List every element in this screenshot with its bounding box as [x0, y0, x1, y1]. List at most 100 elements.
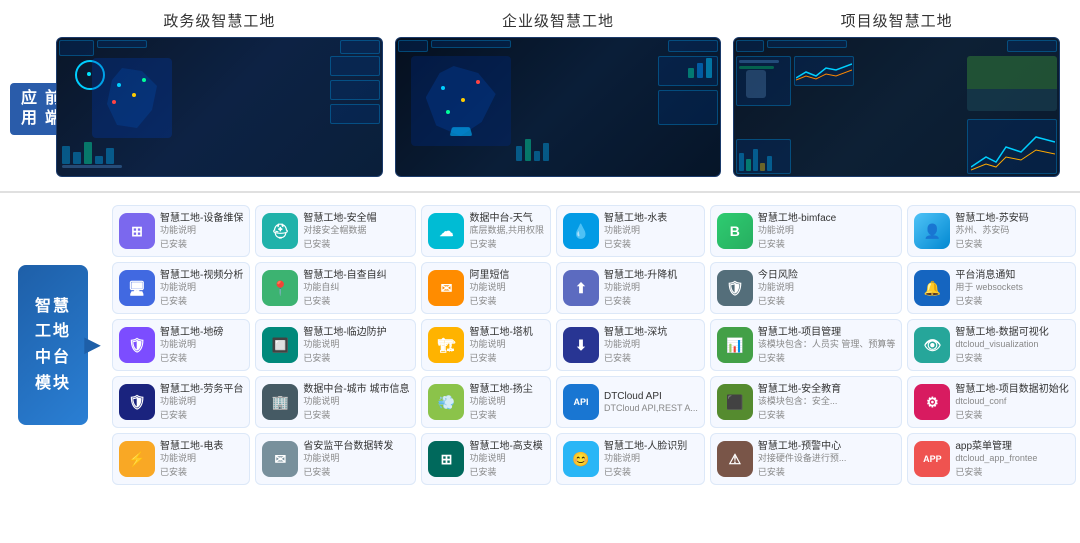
module-card[interactable]: 💨智慧工地-扬尘功能说明已安装 [421, 376, 551, 428]
screen-group-gov: 政务级智慧工地 [56, 10, 383, 177]
module-status: 已安装 [469, 294, 544, 307]
module-desc: 功能说明 [160, 453, 243, 465]
module-name: 智慧工地-数据可视化 [955, 326, 1068, 339]
module-info: 智慧工地-塔机功能说明已安装 [469, 326, 544, 364]
module-name: 智慧工地-bimface [758, 212, 896, 225]
module-status: 已安装 [955, 465, 1068, 478]
module-icon: 🔲 [262, 327, 298, 363]
module-icon: ⊞ [119, 213, 155, 249]
module-info: 省安监平台数据转发功能说明已安装 [303, 440, 409, 478]
bottom-left-label: 智慧工地中台模块 [8, 205, 98, 485]
module-card[interactable]: ⊞智慧工地-高支模功能说明已安装 [421, 433, 551, 485]
module-card[interactable]: ⚙智慧工地-项目数据初始化dtcloud_conf已安装 [907, 376, 1075, 428]
module-status: 已安装 [303, 408, 409, 421]
module-icon: ⚙ [914, 384, 950, 420]
module-status: 已安装 [604, 294, 698, 307]
module-icon: ⬛ [717, 384, 753, 420]
module-card[interactable]: 🛡智慧工地-地磅功能说明已安装 [112, 319, 250, 371]
module-icon: 💧 [563, 213, 599, 249]
module-card[interactable]: APPapp菜单管理dtcloud_app_frontee已安装 [907, 433, 1075, 485]
module-status: 已安装 [955, 294, 1068, 307]
module-name: 智慧工地-劳务平台 [160, 383, 243, 396]
module-desc: 功能说明 [469, 396, 544, 408]
module-name: 平台消息通知 [955, 269, 1068, 282]
module-card[interactable]: ✉省安监平台数据转发功能说明已安装 [255, 433, 416, 485]
module-name: 智慧工地-地磅 [160, 326, 243, 339]
module-card[interactable]: 🏗智慧工地-塔机功能说明已安装 [421, 319, 551, 371]
module-icon: API [563, 384, 599, 420]
module-card[interactable]: B智慧工地-bimface功能说明已安装 [710, 205, 903, 257]
module-desc: 该模块包含：安全... [758, 396, 896, 408]
module-card[interactable]: 😊智慧工地-人脸识别功能说明已安装 [556, 433, 705, 485]
module-status: 已安装 [604, 351, 698, 364]
module-icon: APP [914, 441, 950, 477]
module-desc: 底层数据,共用权限 [469, 225, 544, 237]
module-card[interactable]: 👁智慧工地-数据可视化dtcloud_visualization已安装 [907, 319, 1075, 371]
module-card[interactable]: 🛡今日风险功能说明已安装 [710, 262, 903, 314]
module-name: 数据中台-城市 城市信息 [303, 383, 409, 396]
module-icon: ✉ [262, 441, 298, 477]
module-icon: 👤 [914, 213, 950, 249]
module-icon: ⬆ [563, 270, 599, 306]
module-icon: 🛡 [717, 270, 753, 306]
module-status: 已安装 [604, 237, 698, 250]
module-info: 智慧工地-项目数据初始化dtcloud_conf已安装 [955, 383, 1068, 421]
module-desc: 该模块包含：人员实 管理、预算等 [758, 339, 896, 351]
module-card[interactable]: 📍智慧工地-自查自纠功能自纠已安装 [255, 262, 416, 314]
screen-enterprise [395, 37, 722, 177]
module-icon: 😊 [563, 441, 599, 477]
module-card[interactable]: ⬆智慧工地-升降机功能说明已安装 [556, 262, 705, 314]
module-name: 智慧工地-高支模 [469, 440, 544, 453]
module-info: 智慧工地-高支模功能说明已安装 [469, 440, 544, 478]
module-card[interactable]: 🔲智慧工地-临边防护功能说明已安装 [255, 319, 416, 371]
module-status: 已安装 [604, 465, 698, 478]
module-desc: 用于 websockets [955, 282, 1068, 294]
module-card[interactable]: APIDTCloud APIDTCloud API,REST A... [556, 376, 705, 428]
screens-row: 政务级智慧工地 [56, 10, 1060, 177]
main-container: 应用前端 政务级智慧工地 [0, 0, 1080, 493]
module-info: 智慧工地-设备维保功能说明已安装 [160, 212, 243, 250]
module-name: 阿里短信 [469, 269, 544, 282]
module-name: 智慧工地-预警中心 [758, 440, 896, 453]
module-desc: 功能说明 [160, 396, 243, 408]
module-name: 智慧工地-临边防护 [303, 326, 409, 339]
module-card[interactable]: ⊞智慧工地-设备维保功能说明已安装 [112, 205, 250, 257]
module-desc: 苏州、苏安码 [955, 225, 1068, 237]
module-info: 智慧工地-电表功能说明已安装 [160, 440, 243, 478]
module-desc: 功能说明 [303, 453, 409, 465]
module-info: 智慧工地-升降机功能说明已安装 [604, 269, 698, 307]
module-card[interactable]: ✉阿里短信功能说明已安装 [421, 262, 551, 314]
module-info: 智慧工地-项目管理该模块包含：人员实 管理、预算等已安装 [758, 326, 896, 364]
module-label-box: 智慧工地中台模块 [18, 265, 88, 425]
module-desc: 功能说明 [469, 339, 544, 351]
module-icon: ⚡ [119, 441, 155, 477]
screen-gov [56, 37, 383, 177]
module-icon: 📍 [262, 270, 298, 306]
module-card[interactable]: ⬇智慧工地-深坑功能说明已安装 [556, 319, 705, 371]
module-info: 智慧工地-扬尘功能说明已安装 [469, 383, 544, 421]
module-icon: ☁ [428, 213, 464, 249]
module-card[interactable]: 🔔平台消息通知用于 websockets已安装 [907, 262, 1075, 314]
module-card[interactable]: 👤智慧工地-苏安码苏州、苏安码已安装 [907, 205, 1075, 257]
module-name: 智慧工地-自查自纠 [303, 269, 409, 282]
module-card[interactable]: ⛑智慧工地-安全帽对接安全帽数据已安装 [255, 205, 416, 257]
module-info: 智慧工地-视频分析功能说明已安装 [160, 269, 243, 307]
module-card[interactable]: ⚠智慧工地-预警中心对接硬件设备进行预...已安装 [710, 433, 903, 485]
module-name: 智慧工地-人脸识别 [604, 440, 698, 453]
module-status: 已安装 [758, 237, 896, 250]
module-card[interactable]: 📊智慧工地-项目管理该模块包含：人员实 管理、预算等已安装 [710, 319, 903, 371]
module-card[interactable]: 🏢数据中台-城市 城市信息功能说明已安装 [255, 376, 416, 428]
module-card[interactable]: 🛡智慧工地-劳务平台功能说明已安装 [112, 376, 250, 428]
module-card[interactable]: ⚡智慧工地-电表功能说明已安装 [112, 433, 250, 485]
module-info: DTCloud APIDTCloud API,REST A... [604, 390, 698, 415]
module-label-text: 智慧工地中台模块 [35, 294, 71, 396]
module-card[interactable]: ☁数据中台-天气底层数据,共用权限已安装 [421, 205, 551, 257]
module-card[interactable]: 🖥智慧工地-视频分析功能说明已安装 [112, 262, 250, 314]
module-card[interactable]: ⬛智慧工地-安全教育该模块包含：安全...已安装 [710, 376, 903, 428]
module-desc: 功能说明 [604, 282, 698, 294]
module-desc: 功能说明 [758, 225, 896, 237]
module-status: 已安装 [303, 237, 409, 250]
module-info: app菜单管理dtcloud_app_frontee已安装 [955, 440, 1068, 478]
module-icon: 💨 [428, 384, 464, 420]
module-card[interactable]: 💧智慧工地-水表功能说明已安装 [556, 205, 705, 257]
